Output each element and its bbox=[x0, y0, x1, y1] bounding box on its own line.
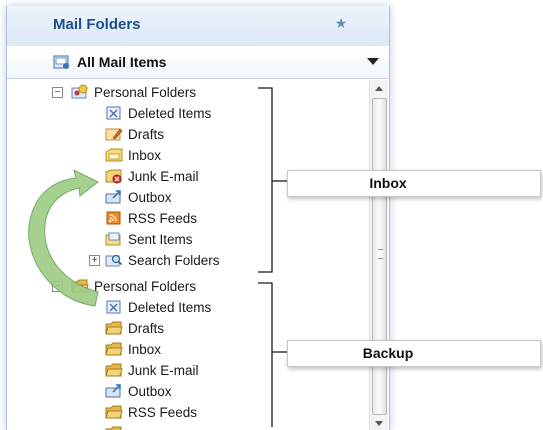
backup-callout: Backup bbox=[287, 340, 541, 367]
inbox-callout: Inbox bbox=[287, 170, 541, 197]
callout-label: Inbox bbox=[369, 175, 407, 191]
restore-arrow-icon bbox=[28, 169, 99, 307]
bracket-second-icon bbox=[258, 282, 273, 427]
bracket-first-icon bbox=[258, 87, 273, 273]
callout-label: Backup bbox=[362, 345, 414, 361]
